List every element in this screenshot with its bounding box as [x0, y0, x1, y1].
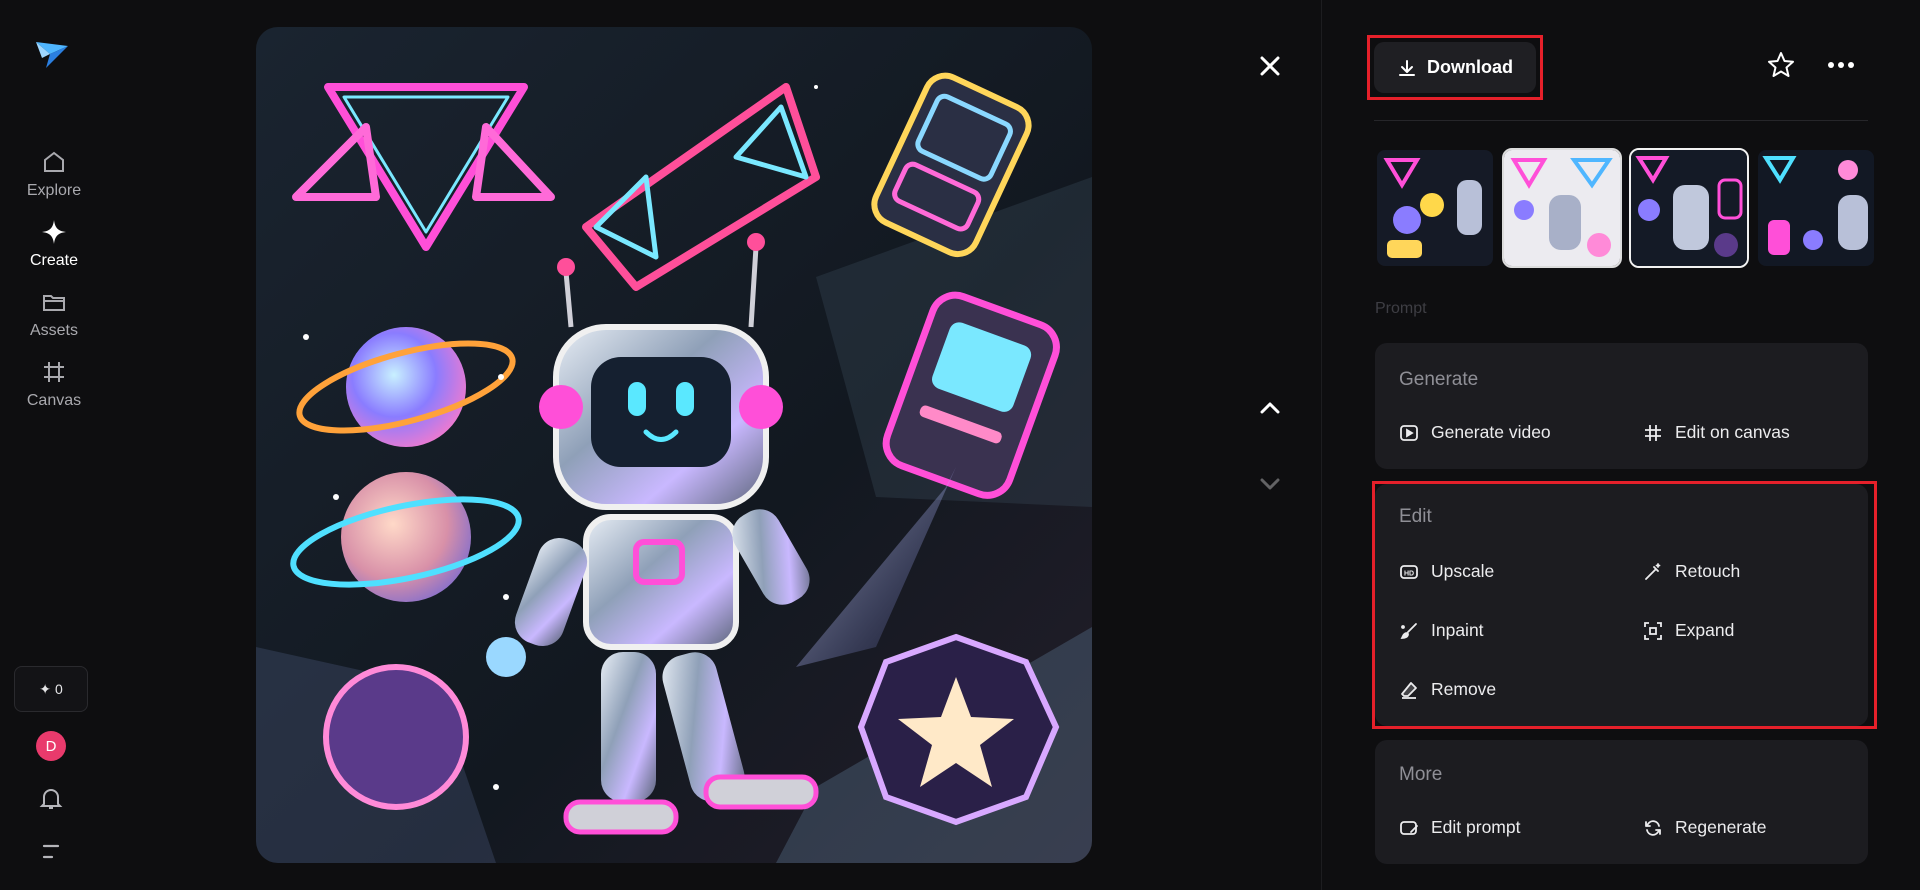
- sparkle-icon: [42, 220, 66, 244]
- generate-title: Generate: [1399, 369, 1479, 390]
- menu-icon[interactable]: [40, 842, 62, 862]
- thumbnail-variant-4[interactable]: [1756, 148, 1876, 268]
- download-label: Download: [1427, 57, 1513, 77]
- credits-count: 0: [54, 681, 63, 697]
- app-logo-icon[interactable]: [34, 36, 70, 72]
- close-icon[interactable]: [1254, 50, 1286, 82]
- nav-explore[interactable]: Explore: [0, 148, 108, 200]
- nav-explore-label: Explore: [26, 182, 82, 199]
- regenerate-button[interactable]: Regenerate: [1643, 817, 1766, 838]
- nav-canvas[interactable]: Canvas: [0, 358, 108, 410]
- frame-icon: [1645, 424, 1661, 441]
- nav-assets[interactable]: Assets: [0, 288, 108, 340]
- frame-icon: [44, 362, 64, 382]
- chevron-down-icon[interactable]: [1254, 468, 1286, 500]
- more-card: More Edit prompt Regenerate: [1375, 740, 1868, 864]
- edit-on-canvas-label: Edit on canvas: [1675, 422, 1790, 442]
- nav-create-label: Create: [29, 252, 79, 269]
- prompt-label: Prompt: [1375, 300, 1427, 317]
- thumbnail-variant-1[interactable]: [1375, 148, 1495, 268]
- chevron-up-icon[interactable]: [1254, 392, 1286, 424]
- edit-prompt-label: Edit prompt: [1431, 817, 1521, 837]
- credits-sparkle-icon: ✦: [39, 680, 51, 697]
- edit-prompt-button[interactable]: Edit prompt: [1399, 817, 1520, 838]
- panel-divider: [1321, 0, 1322, 890]
- nav-canvas-label: Canvas: [26, 392, 82, 409]
- generated-image[interactable]: [256, 27, 1092, 863]
- panel-separator: [1374, 120, 1868, 121]
- robot-sticker-illustration: [256, 27, 1092, 863]
- nav-create[interactable]: Create: [0, 218, 108, 270]
- download-icon: [1399, 59, 1415, 76]
- play-video-icon: [1400, 424, 1418, 441]
- edit-prompt-icon: [1400, 820, 1418, 835]
- more-title: More: [1399, 764, 1443, 785]
- download-button[interactable]: Download: [1374, 42, 1536, 93]
- star-icon[interactable]: [1766, 50, 1796, 80]
- bell-icon[interactable]: [38, 786, 64, 812]
- thumbnail-variant-2[interactable]: [1502, 148, 1622, 268]
- regenerate-icon: [1645, 819, 1661, 836]
- folder-icon: [43, 295, 65, 311]
- generate-card: Generate Generate video Edit on canvas: [1375, 343, 1868, 469]
- credits-badge[interactable]: ✦ 0: [14, 666, 88, 712]
- thumbnail-variant-3-selected[interactable]: [1629, 148, 1749, 268]
- nav-assets-label: Assets: [29, 322, 78, 339]
- generate-video-label: Generate video: [1431, 422, 1551, 442]
- avatar[interactable]: D: [36, 731, 66, 761]
- left-nav-rail: Explore Create Assets Canvas ✦ 0 D: [0, 0, 108, 890]
- variation-thumbnails: [1375, 148, 1876, 268]
- edit-highlight: [1372, 481, 1877, 729]
- home-icon: [44, 151, 64, 172]
- generate-video-button[interactable]: Generate video: [1399, 422, 1551, 443]
- edit-on-canvas-button[interactable]: Edit on canvas: [1643, 422, 1790, 443]
- regenerate-label: Regenerate: [1675, 817, 1767, 837]
- more-options-icon[interactable]: [1826, 52, 1856, 78]
